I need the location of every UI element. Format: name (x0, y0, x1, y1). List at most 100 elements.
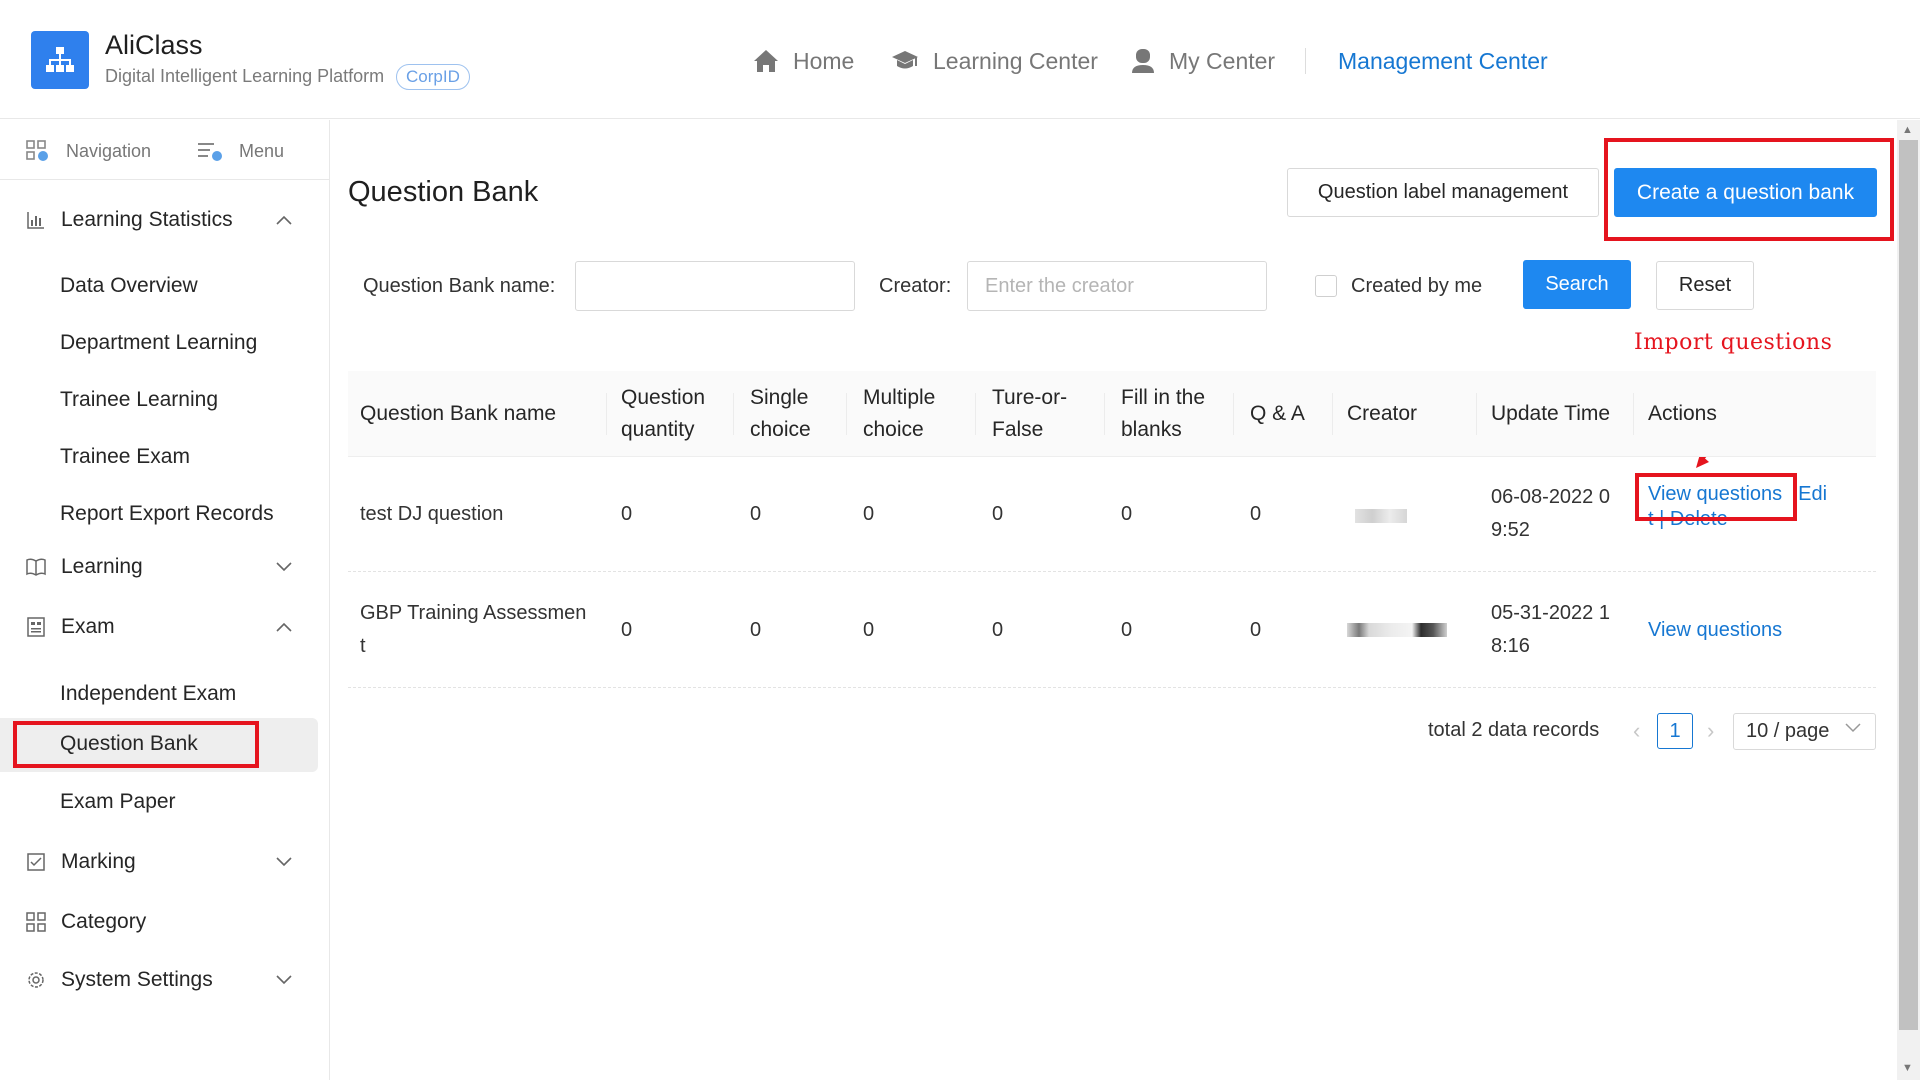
sidebar-item-label: Report Export Records (60, 502, 274, 525)
cell-update-time: 05-31-2022 1 8:16 (1491, 597, 1610, 663)
pagination-total: total 2 data records (1428, 719, 1600, 741)
chevron-down-icon (1845, 723, 1861, 733)
table-header: Question Bank name Question quantity Sin… (348, 371, 1876, 457)
redacted-name-block (1347, 623, 1447, 637)
nav-home[interactable]: Home (753, 44, 854, 78)
table-row: GBP Training Assessmen t 0 0 0 0 0 0 05-… (348, 572, 1876, 688)
update-time-line2: 9:52 (1491, 519, 1530, 541)
sidebar-mode-switch: Navigation Menu (0, 120, 329, 180)
col-divider (733, 393, 734, 435)
redacted-name-block (1355, 509, 1407, 523)
chevron-down-icon (276, 562, 292, 572)
cell-bank-name: test DJ question (360, 503, 504, 525)
col-header-fill-blanks: Fill in the blanks (1121, 386, 1206, 441)
sidebar-item-label: Marking (61, 850, 136, 873)
view-questions-link[interactable]: View questions (1648, 619, 1782, 641)
update-time-line1: 05-31-2022 1 (1491, 602, 1610, 624)
col-header-quantity: Question quantity (621, 386, 706, 441)
chevron-down-icon (276, 857, 292, 867)
col-header-creator: Creator (1347, 402, 1418, 425)
sidebar-item-report-export-records[interactable]: Report Export Records (0, 488, 318, 542)
sidebar-item-system-settings[interactable]: System Settings (0, 960, 320, 1000)
next-page-icon[interactable]: › (1707, 718, 1714, 744)
creator-input[interactable] (967, 261, 1267, 311)
cell-bank-name: GBP Training Assessmen t (360, 597, 586, 663)
sidebar-item-category[interactable]: Category (0, 902, 320, 942)
sidebar-item-label: Exam Paper (60, 790, 176, 813)
highlight-box-view-questions (1635, 473, 1797, 521)
book-icon (26, 558, 46, 576)
sidebar-item-marking[interactable]: Marking (0, 842, 320, 882)
page-size-select[interactable]: 10 / page (1733, 713, 1876, 750)
menu-tab[interactable]: Menu (197, 140, 284, 162)
search-button[interactable]: Search (1523, 260, 1631, 309)
bank-name-label-text: Question Bank name (363, 275, 550, 297)
col-divider (1104, 393, 1105, 435)
col-header-true-false: Ture-or-False (992, 386, 1068, 441)
sidebar: Navigation Menu Learning Statistics Data… (0, 120, 330, 1080)
col-divider (1233, 393, 1234, 435)
import-questions-annotation: Import questions (1634, 330, 1833, 355)
graduation-cap-icon (892, 51, 918, 69)
scroll-up-arrow-icon[interactable]: ▲ (1902, 124, 1913, 136)
scrollbar-thumb[interactable] (1899, 140, 1918, 1030)
org-logo-icon[interactable] (31, 31, 89, 89)
menu-tab-label: Menu (239, 140, 285, 161)
nav-my-center[interactable]: My Center (1131, 44, 1275, 78)
sidebar-item-learning[interactable]: Learning (0, 547, 320, 587)
cell-actions: View questions (1648, 614, 1782, 647)
creator-label-text: Creator (879, 275, 946, 297)
cell-update-time: 06-08-2022 0 9:52 (1491, 481, 1610, 547)
highlight-box-question-bank (13, 721, 259, 768)
col-header-update-time: Update Time (1491, 402, 1611, 425)
col-header-qa: Q & A (1250, 402, 1305, 425)
col-header-bank-name: Question Bank name (360, 402, 557, 425)
sidebar-item-label: Learning Statistics (61, 208, 233, 231)
sidebar-item-independent-exam[interactable]: Independent Exam (0, 668, 318, 722)
bank-name-input[interactable] (575, 261, 855, 311)
reset-button[interactable]: Reset (1656, 261, 1754, 310)
sidebar-item-data-overview[interactable]: Data Overview (0, 260, 318, 314)
prev-page-icon[interactable]: ‹ (1633, 718, 1640, 744)
sidebar-item-learning-statistics[interactable]: Learning Statistics (0, 200, 320, 240)
sidebar-item-exam-paper[interactable]: Exam Paper (0, 776, 318, 830)
chart-icon (27, 212, 44, 229)
cell-single-choice: 0 (750, 619, 762, 641)
cell-fill-blanks: 0 (1121, 619, 1133, 641)
created-by-me-checkbox[interactable] (1315, 275, 1337, 297)
col-header-multiple-choice: Multiple choice (863, 386, 936, 441)
sidebar-item-trainee-learning[interactable]: Trainee Learning (0, 374, 318, 428)
nav-learning-center-label: Learning Center (933, 47, 1098, 74)
sidebar-item-exam[interactable]: Exam (0, 607, 320, 647)
cell-multiple-choice: 0 (863, 619, 875, 641)
update-time-line2: 8:16 (1491, 635, 1530, 657)
corpid-badge[interactable]: CorpID (396, 64, 470, 90)
col-divider (1332, 393, 1333, 435)
sidebar-item-label: Trainee Learning (60, 388, 218, 411)
cell-single-choice: 0 (750, 503, 762, 525)
page-number-current[interactable]: 1 (1657, 713, 1693, 749)
sidebar-item-label: Exam (61, 615, 115, 638)
sidebar-item-trainee-exam[interactable]: Trainee Exam (0, 431, 318, 485)
sidebar-item-label: Independent Exam (60, 682, 237, 705)
category-icon (26, 912, 46, 932)
bank-name-line2: t (360, 635, 366, 657)
sidebar-item-department-learning[interactable]: Department Learning (0, 317, 318, 371)
navigation-tab[interactable]: Navigation (26, 140, 151, 162)
top-header: AliClass Digital Intelligent Learning Pl… (0, 0, 1920, 119)
sidebar-item-label: Learning (61, 555, 143, 578)
nav-management-center[interactable]: Management Center (1338, 44, 1548, 78)
nav-management-center-label: Management Center (1338, 47, 1548, 74)
sidebar-item-label: Trainee Exam (60, 445, 190, 468)
question-label-management-button[interactable]: Question label management (1287, 168, 1599, 217)
sidebar-item-label: Department Learning (60, 331, 258, 354)
edit-link-part1[interactable]: Edi (1798, 483, 1827, 505)
created-by-me-label[interactable]: Created by me (1351, 275, 1482, 298)
scroll-down-arrow-icon[interactable]: ▼ (1902, 1062, 1913, 1074)
col-divider (1633, 393, 1634, 435)
cell-true-false: 0 (992, 503, 1004, 525)
sidebar-item-label: Data Overview (60, 274, 198, 297)
navigation-tab-label: Navigation (66, 140, 152, 161)
nav-learning-center[interactable]: Learning Center (891, 44, 1098, 78)
exam-icon (27, 617, 45, 637)
